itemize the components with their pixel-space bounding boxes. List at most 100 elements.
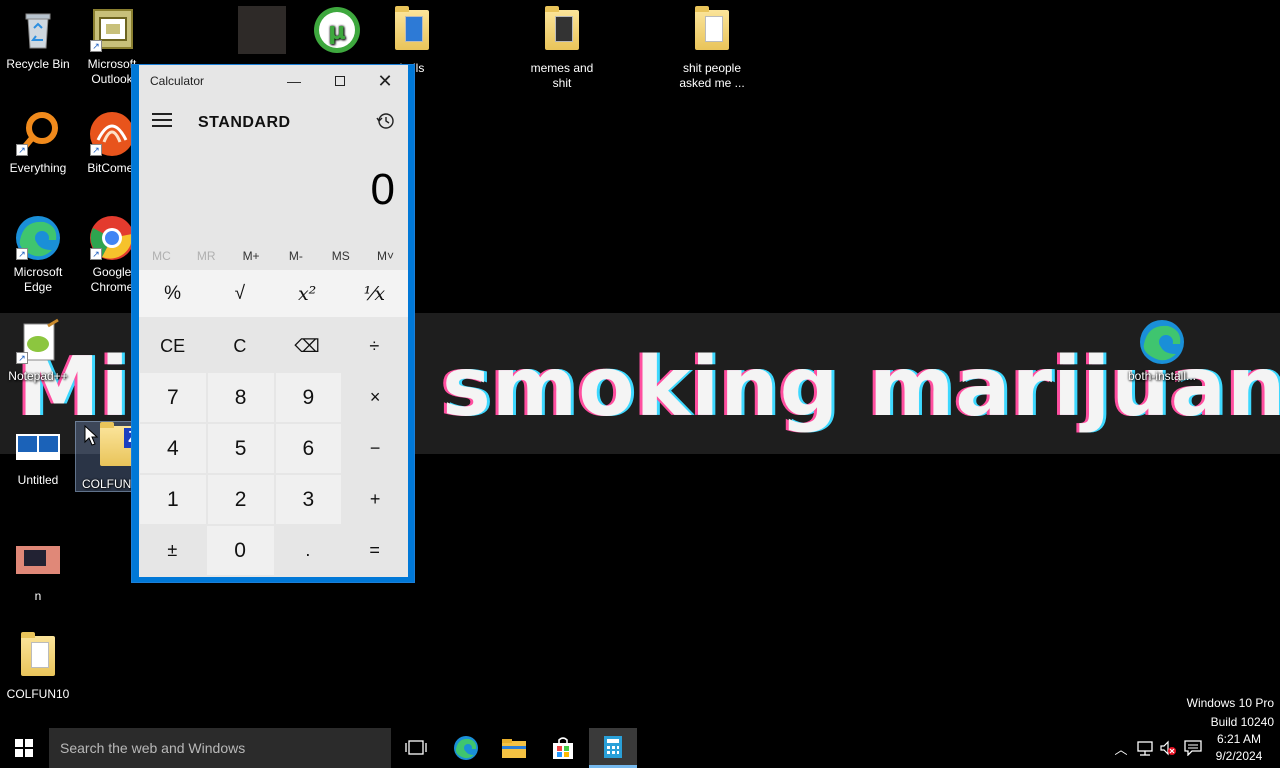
digit-9-button[interactable]: 9 [274, 372, 343, 423]
digit-7-button[interactable]: 7 [139, 372, 207, 423]
task-view-icon [405, 740, 427, 755]
desktop-icon-notepadpp[interactable]: ↗ Notepad++ [0, 318, 76, 384]
taskbar-store-button[interactable] [539, 728, 587, 768]
windows-watermark: Windows 10 Pro Build 10240 [1186, 696, 1274, 729]
digit-1-button[interactable]: 1 [139, 474, 207, 525]
network-button[interactable] [1134, 728, 1156, 768]
task-view-button[interactable] [392, 728, 440, 768]
close-button[interactable]: ✕ [362, 65, 408, 97]
divide-button[interactable]: ÷ [340, 321, 408, 372]
history-icon[interactable] [375, 111, 395, 131]
desktop-icon-memes[interactable]: memes and shit [524, 6, 600, 91]
clear-button[interactable]: C [206, 321, 274, 372]
digit-6-button[interactable]: 6 [274, 423, 343, 474]
minimize-button[interactable]: — [271, 65, 317, 97]
calculator-window[interactable]: Calculator — ✕ STANDARD 0 MC MR M+ M- MS… [131, 64, 415, 583]
calculator-icon [604, 735, 622, 758]
notification-icon [1184, 740, 1202, 756]
bitcomet-icon: ↗ [88, 110, 136, 158]
digit-8-button[interactable]: 8 [206, 372, 275, 423]
digit-0-button[interactable]: 0 [205, 525, 275, 576]
decimal-button[interactable]: . [274, 525, 342, 576]
memory-store-button[interactable]: MS [318, 245, 363, 267]
volume-button[interactable] [1157, 728, 1179, 768]
folder-icon [538, 6, 586, 58]
screenshot-thumbnail-icon [14, 422, 62, 470]
folder-icon [388, 6, 436, 58]
taskbar-search-box[interactable]: Search the web and Windows [49, 728, 391, 768]
maximize-icon [335, 76, 345, 86]
desktop-icon-utorrent[interactable]: µ [299, 6, 375, 57]
keypad: % √ x² ¹⁄x CE C ⌫ ÷ 7 8 9 × 4 5 6 − 1 2 … [139, 270, 408, 576]
chrome-icon: ↗ [88, 214, 136, 262]
backspace-button[interactable]: ⌫ [273, 321, 341, 372]
taskbar: Search the web and Windows ︿ 6:21 AM 9/2… [0, 728, 1280, 768]
desktop-icon-n[interactable]: n [0, 538, 76, 604]
menu-icon[interactable] [152, 113, 172, 127]
taskbar-calculator-button[interactable] [589, 728, 637, 768]
taskbar-edge-button[interactable] [442, 728, 490, 768]
desktop-icon-everything[interactable]: ↗ Everything [0, 110, 76, 176]
result-display: 0 [370, 165, 395, 214]
equals-button[interactable]: = [341, 525, 408, 576]
window-title: Calculator [150, 74, 205, 88]
show-hidden-icons-button[interactable]: ︿ [1110, 728, 1132, 768]
folder-icon [688, 6, 736, 58]
memory-clear-button[interactable]: MC [139, 245, 184, 267]
memory-subtract-button[interactable]: M- [273, 245, 318, 267]
subtract-button[interactable]: − [342, 423, 408, 474]
chevron-up-icon: ︿ [1114, 741, 1128, 757]
close-icon: ✕ [377, 70, 393, 91]
reciprocal-button[interactable]: ¹⁄x [340, 270, 408, 317]
start-button[interactable] [0, 728, 48, 768]
desktop-icon-recycle-bin[interactable]: Recycle Bin [0, 6, 76, 72]
memory-list-button[interactable]: M˅ [363, 245, 408, 267]
percent-button[interactable]: % [139, 270, 207, 317]
desktop-icon-image[interactable] [224, 6, 300, 57]
negate-button[interactable]: ± [139, 525, 206, 576]
volume-muted-icon [1160, 740, 1176, 756]
everything-search-icon: ↗ [14, 110, 62, 158]
file-explorer-icon [502, 739, 526, 758]
digit-2-button[interactable]: 2 [206, 474, 275, 525]
multiply-button[interactable]: × [342, 372, 408, 423]
svg-text:µ: µ [328, 17, 346, 45]
memory-add-button[interactable]: M+ [229, 245, 274, 267]
desktop-icon-shit-people[interactable]: shit people asked me ... [674, 6, 750, 91]
maximize-button[interactable] [317, 65, 363, 97]
mouse-cursor-icon [84, 425, 99, 446]
network-icon [1137, 741, 1153, 756]
store-bag-icon [553, 737, 573, 759]
windows-logo-icon [15, 739, 33, 757]
photo-thumbnail-icon [238, 6, 286, 54]
search-placeholder: Search the web and Windows [60, 740, 246, 756]
taskbar-file-explorer-button[interactable] [490, 728, 538, 768]
desktop-icon-colfun10[interactable]: COLFUN10 [0, 632, 76, 702]
edge-icon: ↗ [14, 214, 62, 262]
recycle-bin-icon [14, 6, 62, 54]
memory-row: MC MR M+ M- MS M˅ [139, 245, 408, 267]
clear-entry-button[interactable]: CE [139, 321, 207, 372]
digit-3-button[interactable]: 3 [274, 474, 343, 525]
square-button[interactable]: x² [273, 270, 341, 317]
video-thumbnail-icon [14, 538, 62, 586]
utorrent-icon: µ [313, 6, 361, 54]
digit-5-button[interactable]: 5 [206, 423, 275, 474]
taskbar-clock[interactable]: 6:21 AM 9/2/2024 [1207, 731, 1271, 765]
outlook-icon: ↗ [88, 6, 136, 54]
memory-recall-button[interactable]: MR [184, 245, 229, 267]
desktop-icon-both-install[interactable]: both-install... [1124, 318, 1200, 384]
notepad-plus-plus-icon: ↗ [14, 318, 62, 366]
action-center-button[interactable] [1181, 728, 1205, 768]
add-button[interactable]: + [342, 474, 408, 525]
calculator-mode-title: STANDARD [198, 114, 291, 131]
square-root-button[interactable]: √ [206, 270, 274, 317]
desktop-icon-edge[interactable]: ↗ Microsoft Edge [0, 214, 76, 295]
clock-date: 9/2/2024 [1215, 749, 1263, 763]
desktop-icon-untitled[interactable]: Untitled [0, 422, 76, 488]
edge-icon [1138, 318, 1186, 366]
edge-icon [454, 736, 478, 760]
title-bar[interactable]: Calculator — ✕ [139, 65, 408, 97]
minimize-icon: — [287, 73, 301, 89]
digit-4-button[interactable]: 4 [139, 423, 207, 474]
